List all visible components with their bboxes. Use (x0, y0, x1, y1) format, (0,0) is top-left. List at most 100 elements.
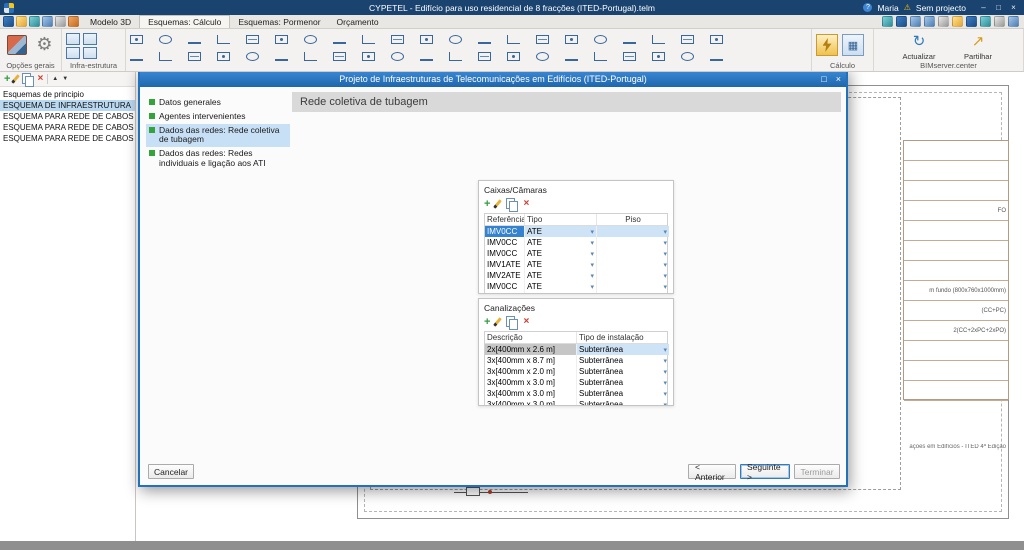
tree-item[interactable]: ESQUEMA PARA REDE DE CABOS DE PARES D (0, 133, 135, 144)
tipo-dropdown[interactable]: ATE▾ (525, 292, 597, 294)
dialog-close-button[interactable]: × (836, 74, 841, 84)
results-icon[interactable]: ▦ (842, 34, 864, 56)
zoom-window-icon[interactable] (938, 16, 949, 27)
schematic-symbol-icon[interactable] (534, 50, 551, 63)
table-row[interactable]: 3x[400mm x 3.0 m] Subterrânea▾ (485, 388, 667, 399)
table-row[interactable]: IMV0CC ATE▾ ▾ (485, 292, 667, 294)
schematic-symbol-icon[interactable] (447, 50, 464, 63)
tree-item[interactable]: ESQUEMA DE INFRAESTRUTURA (0, 100, 135, 111)
update-button[interactable]: ↻ Actualizar (891, 31, 947, 61)
search-icon[interactable] (994, 16, 1005, 27)
table-row[interactable]: 3x[400mm x 2.0 m] Subterrânea▾ (485, 366, 667, 377)
table-row[interactable]: IMV0CC ATE▾ ▾ (485, 248, 667, 259)
schematic-symbol-icon[interactable] (273, 33, 290, 46)
ribbon-tab[interactable]: Orçamento (329, 15, 387, 28)
table-row[interactable]: IMV2ATE ATE▾ ▾ (485, 270, 667, 281)
tipo-dropdown[interactable]: ATE▾ (525, 270, 597, 281)
previous-button[interactable]: < Anterior (688, 464, 736, 479)
column-header-tipo[interactable]: Tipo (525, 214, 597, 225)
tipo-dropdown[interactable]: ATE▾ (525, 259, 597, 270)
close-button[interactable]: × (1007, 3, 1020, 12)
tipo-dropdown[interactable]: ATE▾ (525, 248, 597, 259)
share-button[interactable]: ↗ Partilhar (950, 31, 1006, 61)
schematic-symbol-icon[interactable] (273, 50, 290, 63)
schematic-symbol-icon[interactable] (505, 33, 522, 46)
schematic-symbol-icon[interactable] (563, 33, 580, 46)
descricao-cell[interactable]: 3x[400mm x 3.0 m] (485, 388, 577, 399)
table-row[interactable]: IMV0CC ATE▾ ▾ (485, 226, 667, 237)
schematic-symbol-icon[interactable] (621, 33, 638, 46)
schematic-symbol-icon[interactable] (505, 50, 522, 63)
referencia-cell[interactable]: IMV0CC (485, 281, 525, 292)
cancel-button[interactable]: Cancelar (148, 464, 194, 479)
table-row[interactable]: 3x[400mm x 3.0 m] Subterrânea▾ (485, 377, 667, 388)
schematic-symbol-icon[interactable] (708, 33, 725, 46)
tipo-instalacao-dropdown[interactable]: Subterrânea▾ (577, 355, 669, 366)
general-options-icon[interactable] (4, 31, 29, 58)
print-icon[interactable] (68, 16, 79, 27)
tipo-instalacao-dropdown[interactable]: Subterrânea▾ (577, 366, 669, 377)
delete-icon[interactable]: × (523, 317, 529, 327)
infra-tool-icon[interactable] (66, 47, 80, 59)
calculate-icon[interactable] (816, 34, 838, 56)
schematic-symbol-icon[interactable] (592, 50, 609, 63)
ribbon-tab[interactable]: Esquemas: Cálculo (139, 15, 230, 28)
schematic-symbol-icon[interactable] (215, 50, 232, 63)
settings-icon[interactable] (1008, 16, 1019, 27)
schematic-symbol-icon[interactable] (331, 33, 348, 46)
referencia-cell[interactable]: IMV0CC (485, 226, 525, 237)
delete-icon[interactable]: × (37, 74, 43, 84)
schematic-symbol-icon[interactable] (128, 33, 145, 46)
app-menu-icon[interactable] (3, 16, 14, 27)
schematic-symbol-icon[interactable] (302, 50, 319, 63)
tipo-instalacao-dropdown[interactable]: Subterrânea▾ (577, 388, 669, 399)
schematic-symbol-icon[interactable] (679, 33, 696, 46)
view-tool-icon[interactable] (896, 16, 907, 27)
tipo-dropdown[interactable]: ATE▾ (525, 226, 597, 237)
schematic-symbol-icon[interactable] (302, 33, 319, 46)
pan-icon[interactable] (952, 16, 963, 27)
schematic-symbol-icon[interactable] (360, 33, 377, 46)
zoom-in-icon[interactable] (910, 16, 921, 27)
schematic-symbol-icon[interactable] (418, 50, 435, 63)
schematic-symbol-icon[interactable] (476, 33, 493, 46)
undo-icon[interactable] (42, 16, 53, 27)
tree-item[interactable]: ESQUEMA PARA REDE DE CABOS COAXIAIS S (0, 111, 135, 122)
table-row[interactable]: 2x[400mm x 2.6 m] Subterrânea▾ (485, 344, 667, 355)
schematic-symbol-icon[interactable] (621, 50, 638, 63)
user-name[interactable]: Maria (877, 3, 898, 13)
infra-tool-icon[interactable] (83, 33, 97, 45)
schematic-symbol-icon[interactable] (679, 50, 696, 63)
descricao-cell[interactable]: 3x[400mm x 3.0 m] (485, 399, 577, 406)
piso-dropdown[interactable]: ▾ (597, 281, 669, 292)
table-row[interactable]: IMV0CC ATE▾ ▾ (485, 237, 667, 248)
referencia-cell[interactable]: IMV0CC (485, 248, 525, 259)
referencia-cell[interactable]: IMV0CC (485, 292, 525, 294)
schematic-symbol-icon[interactable] (128, 50, 145, 63)
move-up-icon[interactable]: ▲ (52, 76, 58, 82)
next-button[interactable]: Seguinte > (740, 464, 790, 479)
edit-icon[interactable] (12, 74, 21, 84)
column-header-tipo-instalacao[interactable]: Tipo de instalação (577, 332, 669, 343)
zoom-out-icon[interactable] (924, 16, 935, 27)
add-icon[interactable]: + (484, 199, 490, 209)
piso-dropdown[interactable]: ▾ (597, 248, 669, 259)
schematic-symbol-icon[interactable] (186, 50, 203, 63)
schematic-symbol-icon[interactable] (157, 50, 174, 63)
schematic-symbol-icon[interactable] (708, 50, 725, 63)
edit-icon[interactable] (494, 317, 503, 327)
piso-dropdown[interactable]: ▾ (597, 259, 669, 270)
piso-dropdown[interactable]: ▾ (597, 226, 669, 237)
piso-dropdown[interactable]: ▾ (597, 237, 669, 248)
move-down-icon[interactable]: ▼ (62, 76, 68, 82)
schematic-symbol-icon[interactable] (389, 50, 406, 63)
column-header-piso[interactable]: Piso (597, 214, 669, 225)
schematic-symbol-icon[interactable] (592, 33, 609, 46)
minimize-button[interactable]: – (977, 3, 990, 12)
delete-icon[interactable]: × (523, 199, 529, 209)
wizard-step[interactable]: Dados das redes: Redes individuais e lig… (146, 147, 290, 171)
maximize-button[interactable]: □ (992, 3, 1005, 12)
schematic-symbol-icon[interactable] (563, 50, 580, 63)
tipo-dropdown[interactable]: ATE▾ (525, 281, 597, 292)
wizard-step[interactable]: Dados das redes: Rede coletiva de tubage… (146, 124, 290, 148)
